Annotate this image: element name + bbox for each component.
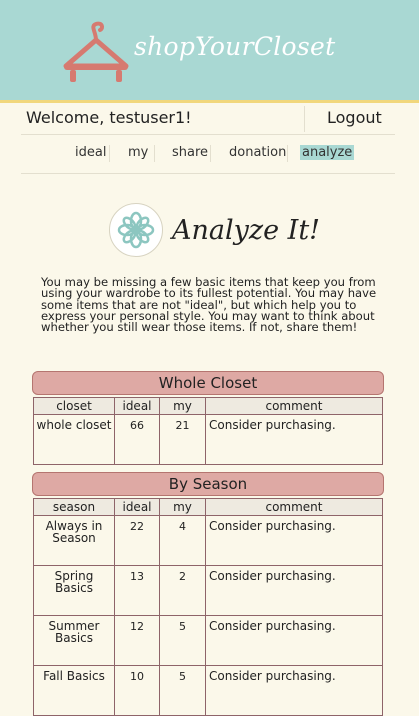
- row-name: Fall Basics: [33, 665, 115, 716]
- nav-my[interactable]: my: [126, 145, 150, 160]
- ideal-count: 12: [114, 615, 160, 666]
- nav-donation[interactable]: donation: [227, 145, 288, 160]
- column-header: comment: [205, 498, 383, 516]
- ideal-count: 13: [114, 565, 160, 616]
- my-count: 5: [159, 665, 206, 716]
- main-nav: ideal my share donation analyze: [21, 135, 395, 174]
- column-header: my: [159, 397, 206, 415]
- row-name: whole closet: [33, 414, 115, 465]
- ideal-count: 10: [114, 665, 160, 716]
- nav-share[interactable]: share: [170, 145, 210, 160]
- row-comment: Consider purchasing.: [205, 665, 383, 716]
- my-count: 4: [159, 515, 206, 566]
- brand-name[interactable]: shopYourCloset: [134, 32, 335, 61]
- whole-closet-table: closet ideal my comment whole closet 66 …: [33, 397, 383, 465]
- divider: [304, 106, 305, 132]
- column-header: my: [159, 498, 206, 516]
- logout-link[interactable]: Logout: [327, 108, 382, 127]
- nav-separator: [109, 145, 110, 162]
- table-row: Fall Basics 10 5 Consider purchasing.: [33, 665, 383, 716]
- my-count: 2: [159, 565, 206, 616]
- column-header: ideal: [114, 498, 160, 516]
- page-heading: Analyze It!: [109, 203, 409, 263]
- row-comment: Consider purchasing.: [205, 615, 383, 666]
- column-header: comment: [205, 397, 383, 415]
- app-header: shopYourCloset: [0, 0, 419, 103]
- intro-text: You may be missing a few basic items tha…: [41, 275, 377, 335]
- my-count: 5: [159, 615, 206, 666]
- flower-icon: [117, 211, 155, 249]
- ideal-count: 66: [114, 414, 160, 465]
- table-row: whole closet 66 21 Consider purchasing.: [33, 414, 383, 465]
- row-name: Always in Season: [33, 515, 115, 566]
- nav-separator: [210, 145, 211, 162]
- column-header: season: [33, 498, 115, 516]
- heading-badge: [109, 203, 163, 257]
- table-row: Summer Basics 12 5 Consider purchasing.: [33, 615, 383, 666]
- table-row: Always in Season 22 4 Consider purchasin…: [33, 515, 383, 566]
- row-name: Summer Basics: [33, 615, 115, 666]
- row-comment: Consider purchasing.: [205, 515, 383, 566]
- nav-separator: [287, 145, 288, 162]
- row-comment: Consider purchasing.: [205, 414, 383, 465]
- hanger-logo-icon: [63, 21, 129, 82]
- my-count: 21: [159, 414, 206, 465]
- user-bar: Welcome, testuser1! Logout: [21, 104, 395, 135]
- table-row: Spring Basics 13 2 Consider purchasing.: [33, 565, 383, 616]
- page-title: Analyze It!: [172, 215, 321, 246]
- table-header-row: closet ideal my comment: [33, 397, 383, 415]
- whole-closet-heading: Whole Closet: [32, 371, 384, 395]
- ideal-count: 22: [114, 515, 160, 566]
- column-header: closet: [33, 397, 115, 415]
- nav-separator: [154, 145, 155, 162]
- nav-ideal[interactable]: ideal: [73, 145, 108, 160]
- welcome-text: Welcome, testuser1!: [26, 108, 192, 127]
- by-season-table: season ideal my comment Always in Season…: [33, 498, 383, 716]
- nav-analyze[interactable]: analyze: [300, 145, 355, 160]
- by-season-heading: By Season: [32, 472, 384, 496]
- column-header: ideal: [114, 397, 160, 415]
- table-header-row: season ideal my comment: [33, 498, 383, 516]
- row-name: Spring Basics: [33, 565, 115, 616]
- row-comment: Consider purchasing.: [205, 565, 383, 616]
